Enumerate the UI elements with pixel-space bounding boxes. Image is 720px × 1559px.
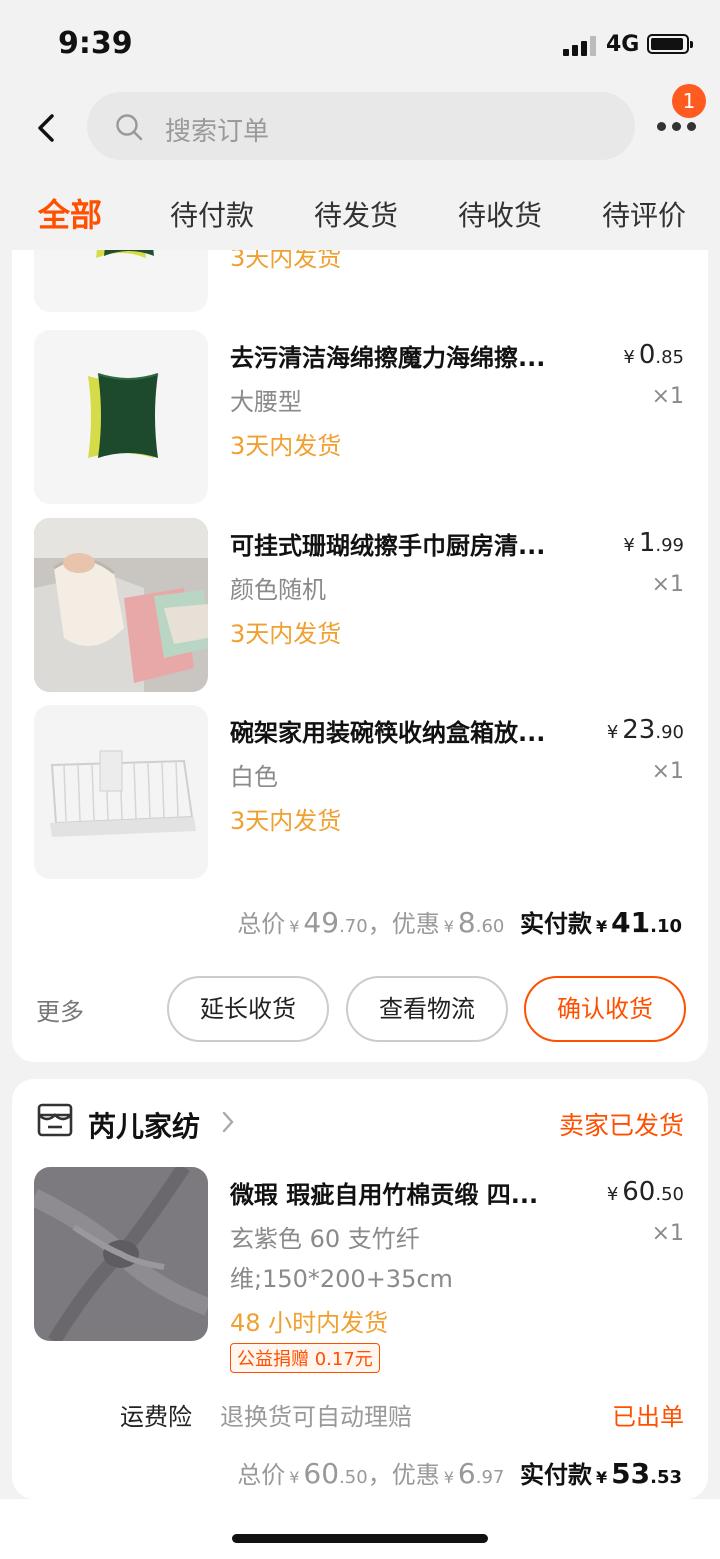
item-price: ¥0.85: [623, 340, 684, 370]
extend-receipt-button[interactable]: 延长收货: [167, 976, 329, 1042]
charity-badge: 公益捐赠 0.17元: [230, 1343, 380, 1373]
order-summary: 总价 ¥49.70，优惠 ¥8.60 实付款 ¥41.10: [237, 906, 682, 939]
back-arrow-icon[interactable]: [30, 110, 66, 146]
tab-all[interactable]: 全部: [38, 190, 102, 236]
order-tabs: 全部 待付款 待发货 待收货 待评价: [0, 172, 720, 250]
home-indicator: [232, 1534, 488, 1543]
tab-pending-review[interactable]: 待评价: [602, 194, 686, 234]
notification-badge: 1: [672, 84, 706, 118]
product-image-bedsheet: [34, 1167, 208, 1341]
item-ship-time: 3天内发货: [230, 807, 342, 835]
more-actions-link[interactable]: 更多: [36, 992, 84, 1027]
product-image-dish-rack: [34, 705, 208, 879]
item-price: ¥23.90: [606, 715, 684, 745]
order-status: 卖家已发货: [558, 1111, 684, 1140]
tab-pending-receipt[interactable]: 待收货: [458, 194, 542, 234]
item-spec: 白色: [230, 763, 278, 791]
item-qty: ×1: [651, 1221, 684, 1246]
order-item[interactable]: 去污清洁海绵擦魔力海绵擦... 大腰型 3天内发货 ¥0.85 ×1: [12, 330, 708, 506]
order-summary: 总价 ¥60.50，优惠 ¥6.97 实付款 ¥53.53: [237, 1457, 682, 1490]
search-placeholder: 搜索订单: [165, 117, 270, 147]
item-spec-line1: 玄紫色 60 支竹纤: [230, 1225, 420, 1253]
item-spec-line2: 维;150*200+35cm: [230, 1265, 453, 1293]
item-qty: ×1: [651, 759, 684, 784]
bottom-safe-area: [0, 1499, 720, 1559]
order-item[interactable]: 可挂式珊瑚绒擦手巾厨房清... 颜色随机 3天内发货 ¥1.99 ×1: [12, 518, 708, 694]
shipping-insurance-desc: 退换货可自动理赔: [220, 1403, 412, 1431]
item-ship-time: 3天内发货: [230, 432, 342, 460]
more-menu-icon[interactable]: [657, 122, 697, 132]
battery-icon: [647, 34, 693, 54]
item-name: 碗架家用装碗筷收纳盒箱放...: [230, 719, 546, 747]
shipping-insurance-label: 运费险: [120, 1403, 192, 1431]
item-ship-time: 48 小时内发货: [230, 1309, 389, 1337]
chevron-right-icon[interactable]: [220, 1109, 236, 1135]
order-card: 芮儿家纺 卖家已发货 微瑕 瑕疵自用竹棉贡缎 四... 玄紫色 60 支竹纤 维…: [12, 1079, 708, 1499]
signal-icon: [563, 36, 599, 56]
item-price: ¥60.50: [606, 1177, 684, 1207]
status-bar: 9:39 4G: [0, 0, 720, 88]
item-ship-time: 3天内发货: [230, 620, 342, 648]
status-time: 9:39: [58, 26, 133, 61]
order-card: 3天内发货 去污清洁海绵擦魔力海绵擦... 大腰型 3天内发货 ¥0.85 ×1: [12, 228, 708, 1062]
item-name: 可挂式珊瑚绒擦手巾厨房清...: [230, 532, 546, 560]
product-image-green-sponge: [34, 330, 208, 504]
tab-pending-shipment[interactable]: 待发货: [314, 194, 398, 234]
network-label: 4G: [606, 32, 640, 57]
confirm-receipt-button[interactable]: 确认收货: [524, 976, 686, 1042]
item-qty: ×1: [651, 572, 684, 597]
search-header: 搜索订单 1: [0, 84, 720, 168]
item-price: ¥1.99: [623, 528, 684, 558]
product-image-hand-towel: [34, 518, 208, 692]
item-spec: 大腰型: [230, 388, 302, 416]
tab-pending-payment[interactable]: 待付款: [170, 194, 254, 234]
item-spec: 颜色随机: [230, 576, 326, 604]
item-qty: ×1: [651, 384, 684, 409]
item-name: 微瑕 瑕疵自用竹棉贡缎 四...: [230, 1181, 539, 1209]
search-icon: [116, 114, 143, 141]
item-name: 去污清洁海绵擦魔力海绵擦...: [230, 344, 546, 372]
shop-name[interactable]: 芮儿家纺: [88, 1105, 200, 1145]
order-item[interactable]: 碗架家用装碗筷收纳盒箱放... 白色 3天内发货 ¥23.90 ×1: [12, 705, 708, 881]
order-item[interactable]: 微瑕 瑕疵自用竹棉贡缎 四... 玄紫色 60 支竹纤 维;150*200+35…: [12, 1167, 708, 1343]
view-logistics-button[interactable]: 查看物流: [346, 976, 508, 1042]
shipping-insurance-status: 已出单: [612, 1403, 684, 1431]
shop-icon: [37, 1103, 73, 1137]
search-input[interactable]: 搜索订单: [87, 92, 635, 160]
